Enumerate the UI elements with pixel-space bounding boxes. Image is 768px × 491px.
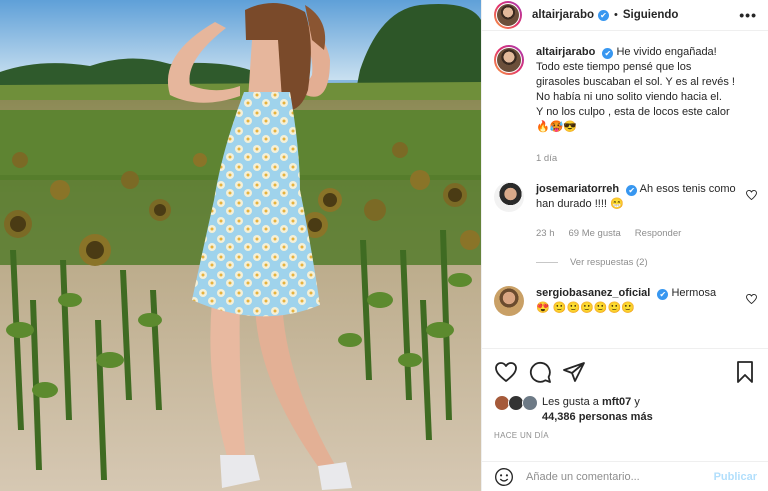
author-username[interactable]: altairjarabo [532, 9, 594, 21]
verified-icon: ✔ [626, 185, 638, 196]
like-comment-heart-icon[interactable] [746, 294, 757, 304]
sunflower-field-photo [0, 0, 481, 491]
verified-icon: ✔ [657, 289, 669, 300]
like-comment-heart-icon[interactable] [746, 190, 757, 200]
verified-icon: ✔ [602, 48, 614, 59]
likes-count[interactable]: 44,386 personas más [542, 411, 653, 423]
comment-icon[interactable] [528, 360, 552, 384]
comment-item: josemariatorreh ✔ Ah esos tenis como han… [494, 182, 757, 241]
commenter-avatar[interactable] [494, 182, 524, 212]
post-side-panel: altairjarabo ✔ • Siguiendo ••• altairjar… [481, 0, 768, 491]
commenter-avatar[interactable] [494, 286, 524, 316]
caption-avatar[interactable] [494, 45, 524, 75]
comment-text: Hermosa [671, 287, 717, 299]
publish-button[interactable]: Publicar [714, 471, 757, 483]
caption-emojis: 🔥🥵😎 [536, 121, 578, 133]
liker-avatar [522, 395, 538, 411]
bookmark-icon[interactable] [733, 360, 757, 384]
post-photo[interactable] [0, 0, 481, 491]
heart-icon[interactable] [494, 360, 518, 384]
comment-input[interactable] [526, 470, 714, 483]
liker-avatars[interactable] [494, 395, 540, 411]
liker-username[interactable]: mft07 [602, 396, 631, 408]
likes-connector: y [634, 396, 640, 408]
comment-username[interactable]: josemariatorreh [536, 183, 619, 195]
author-avatar[interactable] [494, 1, 522, 29]
share-icon[interactable] [562, 360, 586, 384]
comment-time[interactable]: 23 h [536, 226, 555, 241]
more-icon[interactable]: ••• [739, 7, 757, 23]
replies-divider [536, 262, 558, 263]
likes-text: Les gusta a mft07 y 44,386 personas más [542, 395, 653, 425]
comments-list[interactable]: altairjarabo ✔ He vivido engañada! Todo … [482, 31, 768, 347]
view-replies-button[interactable]: Ver respuestas (2) [536, 257, 757, 268]
likes-prefix: Les gusta a [542, 396, 599, 408]
comment-likes[interactable]: 69 Me gusta [569, 226, 621, 241]
reply-button[interactable]: Responder [635, 226, 681, 241]
caption-text-2: Y no los culpo , esta de locos este calo… [536, 106, 730, 118]
caption-time[interactable]: 1 día [536, 151, 736, 166]
likes-summary: Les gusta a mft07 y 44,386 personas más [494, 395, 757, 425]
comment-composer: Publicar [482, 461, 768, 491]
post-timestamp[interactable]: HACE UN DÍA [494, 431, 757, 440]
emoji-icon[interactable] [494, 467, 514, 487]
verified-icon: ✔ [598, 9, 609, 21]
caption-username[interactable]: altairjarabo [536, 46, 595, 58]
comment-item: sergiobasanez_oficial ✔ Hermosa 😍 🙂🙂🙂🙂🙂🙂 [494, 286, 757, 316]
comment-emojis: 😍 🙂🙂🙂🙂🙂🙂 [536, 302, 635, 314]
follow-status-button[interactable]: Siguiendo [623, 9, 679, 21]
caption: altairjarabo ✔ He vivido engañada! Todo … [494, 45, 757, 166]
post-actions: Les gusta a mft07 y 44,386 personas más … [482, 348, 768, 440]
separator-dot: • [614, 9, 618, 21]
comment-username[interactable]: sergiobasanez_oficial [536, 287, 650, 299]
post-header: altairjarabo ✔ • Siguiendo ••• [482, 0, 768, 31]
view-replies-label: Ver respuestas (2) [570, 257, 648, 268]
